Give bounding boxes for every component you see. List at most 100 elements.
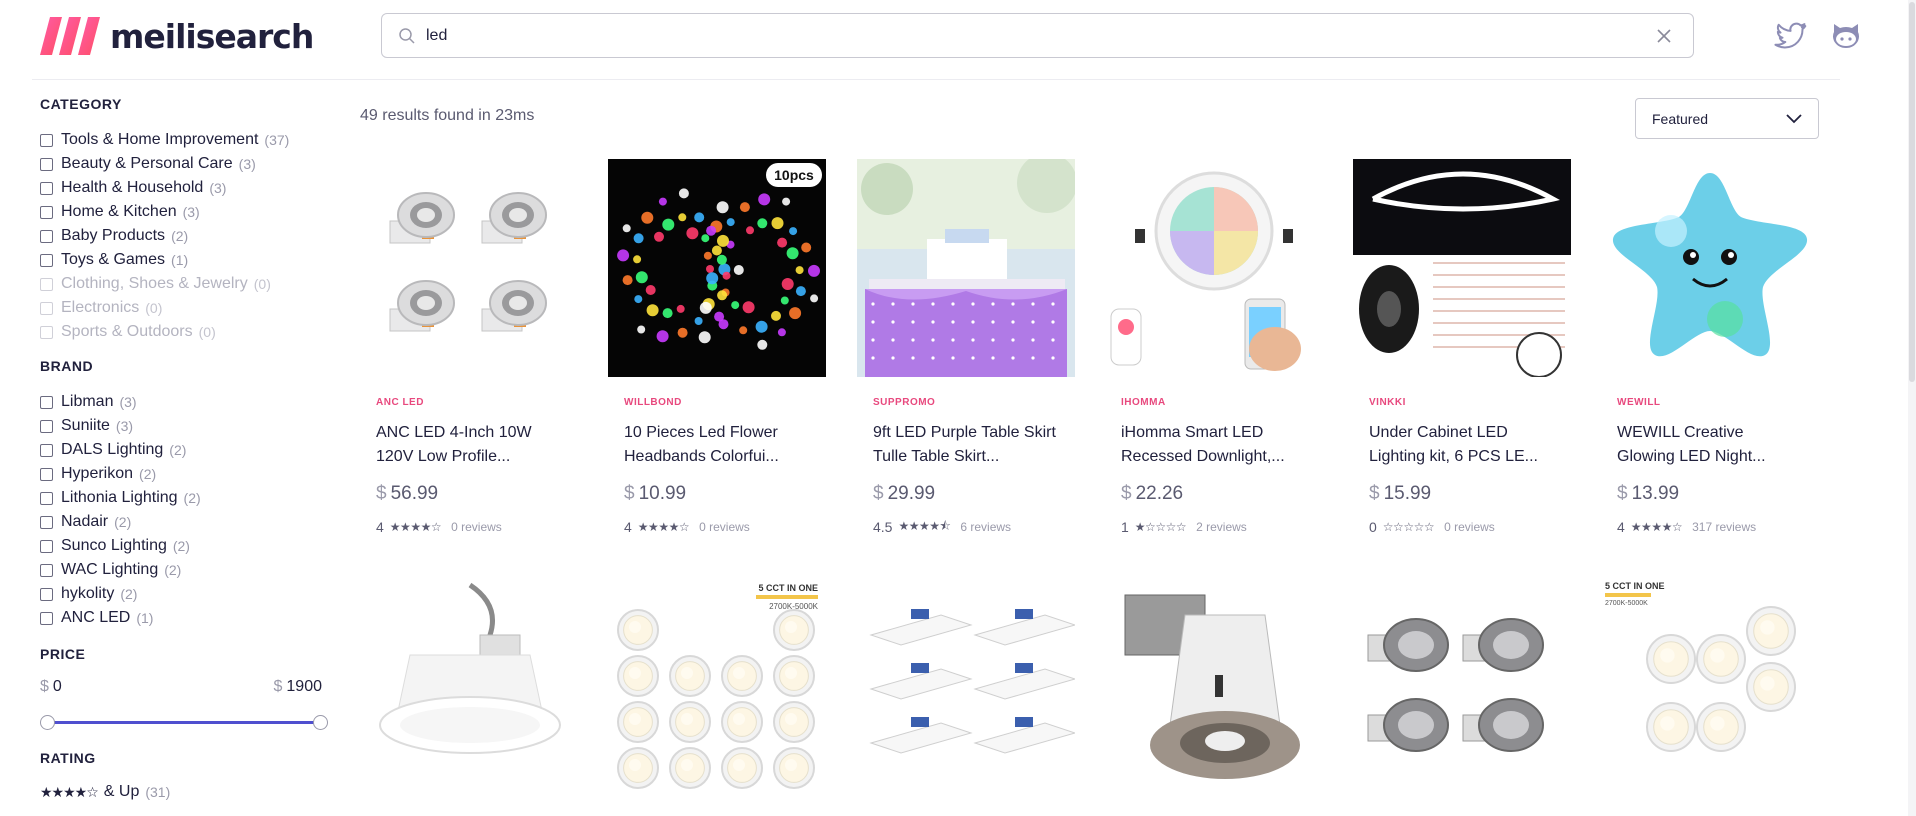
checkbox[interactable] [40, 587, 53, 601]
brand-option[interactable]: ANC LED (1) [40, 606, 330, 630]
checkbox[interactable] [40, 229, 53, 243]
category-label: Clothing, Shoes & Jewelry [61, 275, 248, 292]
checkbox[interactable] [40, 563, 53, 577]
price-slider[interactable] [40, 714, 328, 730]
brand-option[interactable]: Sunco Lighting (2) [40, 534, 330, 558]
category-option: Sports & Outdoors (0) [40, 320, 330, 344]
category-label: Sports & Outdoors [61, 323, 193, 340]
product-card[interactable]: IHOMMA iHomma Smart LED Recessed Downligh… [1105, 159, 1323, 537]
category-count: (3) [182, 204, 200, 220]
brand-label: Nadair [61, 513, 109, 530]
product-card[interactable]: WEWILL WEWILL Creative Glowing LED Night.… [1601, 159, 1819, 537]
product-card[interactable] [857, 575, 1075, 793]
checkbox[interactable] [40, 205, 53, 219]
scrollbar[interactable] [1908, 0, 1916, 816]
checkbox[interactable] [40, 395, 53, 409]
rating-value: 0 [1369, 519, 1377, 535]
product-brand: ANC LED [376, 397, 424, 408]
category-option[interactable]: Baby Products (2) [40, 224, 330, 248]
checkbox[interactable] [40, 133, 53, 147]
price-slider-min-handle[interactable] [40, 715, 55, 730]
checkbox[interactable] [40, 157, 53, 171]
product-card[interactable] [1353, 575, 1571, 793]
product-image[interactable] [1353, 159, 1571, 377]
product-title[interactable]: iHomma Smart LED Recessed Downlight,... [1105, 421, 1323, 469]
rating-filter[interactable]: ★★★★☆ & Up (31) [40, 780, 330, 804]
price-slider-track [47, 721, 321, 724]
product-image[interactable] [1353, 575, 1571, 793]
product-title[interactable]: WEWILL Creative Glowing LED Night... [1601, 421, 1819, 469]
brand-option[interactable]: WAC Lighting (2) [40, 558, 330, 582]
checkbox[interactable] [40, 443, 53, 457]
category-option: Electronics (0) [40, 296, 330, 320]
brand-option[interactable]: Hyperikon (2) [40, 462, 330, 486]
brand-count: (1) [136, 610, 154, 626]
product-rating: 4 ★★★★☆ 317 reviews [1601, 517, 1819, 537]
product-rating: 4.5 ★★★★⯪ 6 reviews [857, 517, 1075, 537]
category-label: Toys & Games [61, 251, 166, 268]
brand-count: (3) [119, 394, 137, 410]
category-label: Beauty & Personal Care [61, 155, 233, 172]
product-image[interactable]: 5 CCT IN ONE 2700K-5000K [1601, 575, 1819, 793]
brand-option[interactable]: Libman (3) [40, 390, 330, 414]
product-card[interactable]: 5 CCT IN ONE 2700K-5000K [608, 575, 826, 793]
product-image[interactable] [360, 575, 578, 793]
checkbox[interactable] [40, 611, 53, 625]
product-image[interactable] [1105, 159, 1323, 377]
brand-count: (2) [172, 538, 190, 554]
product-card[interactable]: 5 CCT IN ONE 2700K-5000K [1601, 575, 1819, 793]
product-image[interactable]: 10pcs [608, 159, 826, 377]
checkbox[interactable] [40, 515, 53, 529]
category-count: (2) [171, 228, 189, 244]
price-max[interactable]: $1900 [274, 678, 323, 696]
category-option[interactable]: Home & Kitchen (3) [40, 200, 330, 224]
product-title[interactable]: 9ft LED Purple Table Skirt Tulle Table S… [857, 421, 1075, 469]
product-card[interactable]: ANC LED ANC LED 4-Inch 10W 120V Low Profi… [360, 159, 578, 537]
svg-text:2700K-5000K: 2700K-5000K [1605, 600, 1648, 607]
brand-option[interactable]: Lithonia Lighting (2) [40, 486, 330, 510]
twitter-link[interactable] [1774, 18, 1808, 52]
checkbox[interactable] [40, 467, 53, 481]
svg-text:2700K-5000K: 2700K-5000K [769, 602, 819, 611]
product-image[interactable] [1105, 575, 1323, 793]
checkbox[interactable] [40, 181, 53, 195]
category-option[interactable]: Tools & Home Improvement (37) [40, 128, 330, 152]
product-card[interactable]: VINKKI Under Cabinet LED Lighting kit, 6 … [1353, 159, 1571, 537]
category-option[interactable]: Health & Household (3) [40, 176, 330, 200]
brand-option[interactable]: Nadair (2) [40, 510, 330, 534]
search-input[interactable] [426, 26, 1649, 45]
checkbox[interactable] [40, 539, 53, 553]
brand-option[interactable]: Suniite (3) [40, 414, 330, 438]
category-option[interactable]: Beauty & Personal Care (3) [40, 152, 330, 176]
meilisearch-logo[interactable]: meilisearch [40, 16, 314, 56]
product-card[interactable]: SUPPROMO 9ft LED Purple Table Skirt Tulle… [857, 159, 1075, 537]
product-title[interactable]: Under Cabinet LED Lighting kit, 6 PCS LE… [1353, 421, 1571, 469]
brand-option[interactable]: hykolity (2) [40, 582, 330, 606]
product-image[interactable]: 5 CCT IN ONE 2700K-5000K [608, 575, 826, 793]
checkbox[interactable] [40, 253, 53, 267]
category-label: Health & Household [61, 179, 204, 196]
product-card[interactable] [1105, 575, 1323, 793]
product-title[interactable]: 10 Pieces Led Flower Headbands Colorfui.… [608, 421, 826, 469]
brand-option[interactable]: DALS Lighting (2) [40, 438, 330, 462]
price-slider-max-handle[interactable] [313, 715, 328, 730]
product-title[interactable]: ANC LED 4-Inch 10W 120V Low Profile... [360, 421, 578, 469]
product-image[interactable] [1601, 159, 1819, 377]
search-bar[interactable] [381, 13, 1694, 58]
github-link[interactable] [1829, 18, 1863, 52]
clear-search-button[interactable] [1649, 21, 1679, 51]
price-min[interactable]: $0 [40, 678, 62, 696]
header-divider [32, 79, 1840, 80]
checkbox[interactable] [40, 419, 53, 433]
sort-select[interactable]: Featured [1635, 98, 1819, 139]
product-image[interactable] [857, 159, 1075, 377]
scrollbar-thumb[interactable] [1909, 2, 1915, 382]
product-card[interactable] [360, 575, 578, 793]
product-card[interactable]: 10pcs WILLBOND 10 Pieces Led Flower Headba… [608, 159, 826, 537]
github-icon [1833, 24, 1859, 48]
category-option[interactable]: Toys & Games (1) [40, 248, 330, 272]
rating-stars-icon: ★★★★☆ [637, 520, 690, 534]
product-image[interactable] [857, 575, 1075, 793]
product-image[interactable] [360, 159, 578, 377]
checkbox[interactable] [40, 491, 53, 505]
